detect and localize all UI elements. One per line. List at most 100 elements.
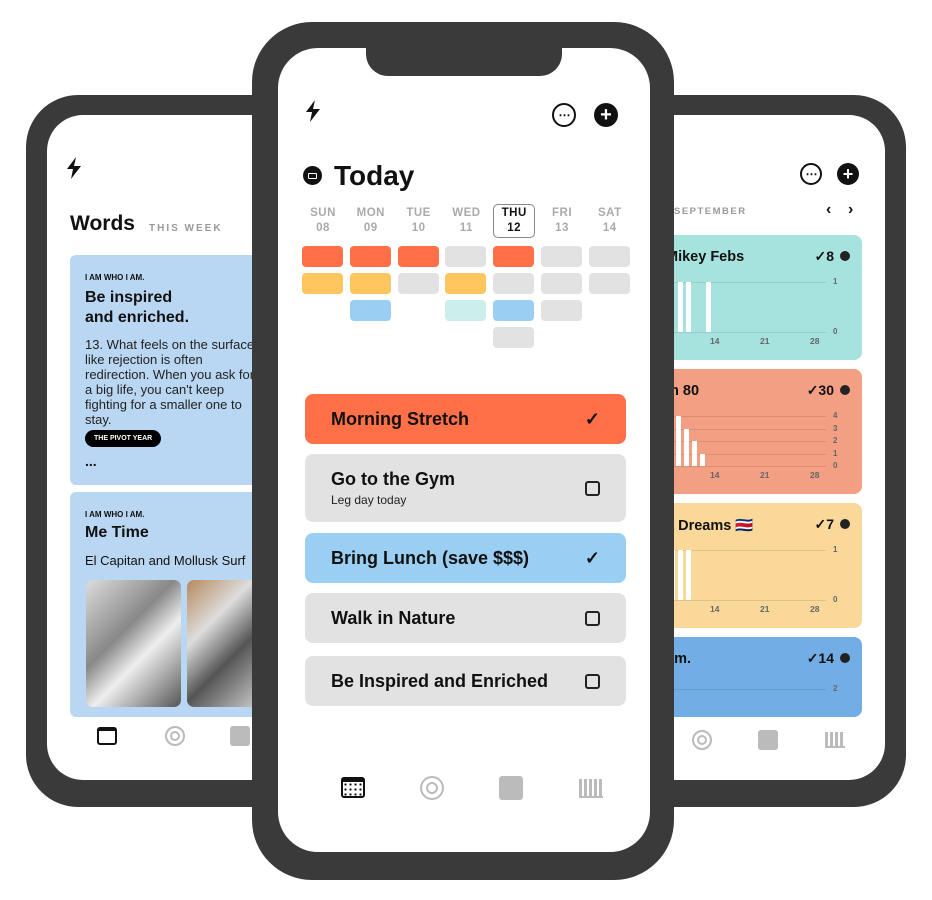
chart-bar xyxy=(678,550,683,600)
habit-cell[interactable] xyxy=(445,300,487,321)
day-sun[interactable]: SUN 08 xyxy=(302,206,344,236)
habit-card[interactable]: m 80 ✓30 4 3 2 1 0 14 21 28 xyxy=(648,369,862,494)
task-item[interactable]: Morning Stretch ✓ xyxy=(305,394,626,444)
x-tick: 21 xyxy=(760,604,770,614)
chevron-right-icon[interactable] xyxy=(840,653,850,663)
day-thu[interactable]: THU 12 xyxy=(493,204,536,238)
habit-count[interactable]: ✓30 xyxy=(807,382,850,399)
check-icon[interactable]: ✓ xyxy=(585,409,600,430)
card-body: El Capitan and Mollusk Surf xyxy=(85,553,246,568)
y-tick: 4 xyxy=(833,411,838,420)
x-tick: 28 xyxy=(810,604,820,614)
tab-goals-icon[interactable] xyxy=(692,730,712,750)
day-number: 08 xyxy=(316,222,330,234)
tab-calendar-icon[interactable] xyxy=(97,727,117,745)
more-button[interactable]: ⋯ xyxy=(552,103,576,127)
habit-cell[interactable] xyxy=(302,246,343,267)
habit-card[interactable]: a Dreams 🇨🇷 ✓7 1 0 14 21 28 xyxy=(648,503,862,628)
day-number: 12 xyxy=(507,222,522,234)
card-title: Be inspired and enriched. xyxy=(85,289,190,326)
checkbox[interactable] xyxy=(585,673,600,689)
task-text: Go to the Gym Leg day today xyxy=(331,469,455,507)
habit-cell[interactable] xyxy=(493,273,535,294)
habit-cell[interactable] xyxy=(541,300,582,321)
add-button[interactable]: + xyxy=(594,103,618,127)
y-tick: 0 xyxy=(833,461,838,470)
habit-count[interactable]: ✓14 xyxy=(807,650,850,667)
checkbox[interactable] xyxy=(585,610,600,626)
day-wed[interactable]: WED 11 xyxy=(445,206,487,236)
habit-cell[interactable] xyxy=(302,273,343,294)
y-tick: 1 xyxy=(833,545,838,554)
habit-cell[interactable] xyxy=(349,300,391,321)
task-item[interactable]: Go to the Gym Leg day today xyxy=(305,454,626,522)
card-body: 13. What feels on the surface like rejec… xyxy=(85,337,255,427)
chart-bar xyxy=(678,282,683,332)
grid-line xyxy=(648,416,826,417)
more-text[interactable]: ... xyxy=(85,453,97,469)
day-number: 14 xyxy=(602,222,617,234)
chevron-right-icon[interactable] xyxy=(840,385,850,395)
habit-count[interactable]: ✓7 xyxy=(814,516,850,533)
day-mon[interactable]: MON 09 xyxy=(350,206,392,236)
habit-cell[interactable] xyxy=(445,273,487,294)
x-tick: 28 xyxy=(810,470,820,480)
y-tick: 1 xyxy=(833,277,838,286)
chevron-right-icon[interactable] xyxy=(840,519,850,529)
habit-cell[interactable] xyxy=(588,273,630,294)
task-text: Bring Lunch (save $$$) xyxy=(331,548,529,569)
habit-cell[interactable] xyxy=(397,273,439,294)
tab-goals-icon[interactable] xyxy=(165,726,185,746)
habit-name: Mikey Febs xyxy=(666,249,745,265)
tab-stats-icon[interactable] xyxy=(579,779,603,798)
task-title: Bring Lunch (save $$$) xyxy=(331,547,530,568)
tab-stats-icon[interactable] xyxy=(825,732,845,748)
habit-cell[interactable] xyxy=(397,246,439,267)
task-subtitle: Leg day today xyxy=(331,493,407,507)
book-tag[interactable]: THE PIVOT YEAR xyxy=(85,430,162,447)
photo-collage[interactable] xyxy=(86,580,181,707)
habit-grid xyxy=(302,246,632,356)
day-sat[interactable]: SAT 14 xyxy=(589,206,631,236)
habit-cell[interactable] xyxy=(541,246,582,267)
habit-cell[interactable] xyxy=(445,246,487,267)
tab-journal-icon[interactable] xyxy=(499,776,523,800)
tab-journal-icon[interactable] xyxy=(230,726,250,746)
habit-cell[interactable] xyxy=(588,246,630,267)
task-item[interactable]: Bring Lunch (save $$$) ✓ xyxy=(305,533,626,583)
grid-line xyxy=(648,689,826,690)
day-name: WED xyxy=(452,207,481,219)
task-text: Morning Stretch xyxy=(331,409,469,430)
card-title: Me Time xyxy=(85,524,149,541)
task-title: Walk in Nature xyxy=(331,607,456,628)
day-tue[interactable]: TUE 10 xyxy=(398,206,440,236)
habit-count[interactable]: ✓8 xyxy=(814,248,850,265)
day-name: TUE xyxy=(406,207,431,219)
habit-cell[interactable] xyxy=(349,246,391,267)
bolt-icon xyxy=(67,157,81,179)
habit-card[interactable]: am. ✓14 2 xyxy=(648,637,862,717)
habit-cell[interactable] xyxy=(349,273,391,294)
habit-cell[interactable] xyxy=(493,246,535,267)
habit-cell[interactable] xyxy=(493,300,535,321)
y-tick: 3 xyxy=(833,423,838,433)
tab-journal-icon[interactable] xyxy=(758,730,778,750)
habit-cell[interactable] xyxy=(541,273,582,294)
x-tick: 14 xyxy=(710,470,720,480)
day-fri[interactable]: FRI 13 xyxy=(541,206,583,236)
tab-calendar-icon[interactable] xyxy=(341,777,365,798)
task-item[interactable]: Walk in Nature xyxy=(305,593,626,643)
notch xyxy=(366,46,562,76)
tab-goals-icon[interactable] xyxy=(420,776,444,800)
task-item[interactable]: Be Inspired and Enriched xyxy=(305,656,626,706)
y-tick: 2 xyxy=(833,684,838,693)
habit-cell[interactable] xyxy=(493,327,535,348)
checkbox[interactable] xyxy=(585,480,600,496)
check-icon[interactable]: ✓ xyxy=(585,548,600,569)
habit-card[interactable]: Mikey Febs ✓8 1 0 14 21 28 xyxy=(648,235,862,360)
chart-bar xyxy=(706,282,711,332)
y-tick: 1 xyxy=(833,448,838,458)
day-number: 13 xyxy=(555,222,569,234)
chevron-right-icon[interactable] xyxy=(840,251,850,261)
task-text: Walk in Nature xyxy=(331,608,455,629)
